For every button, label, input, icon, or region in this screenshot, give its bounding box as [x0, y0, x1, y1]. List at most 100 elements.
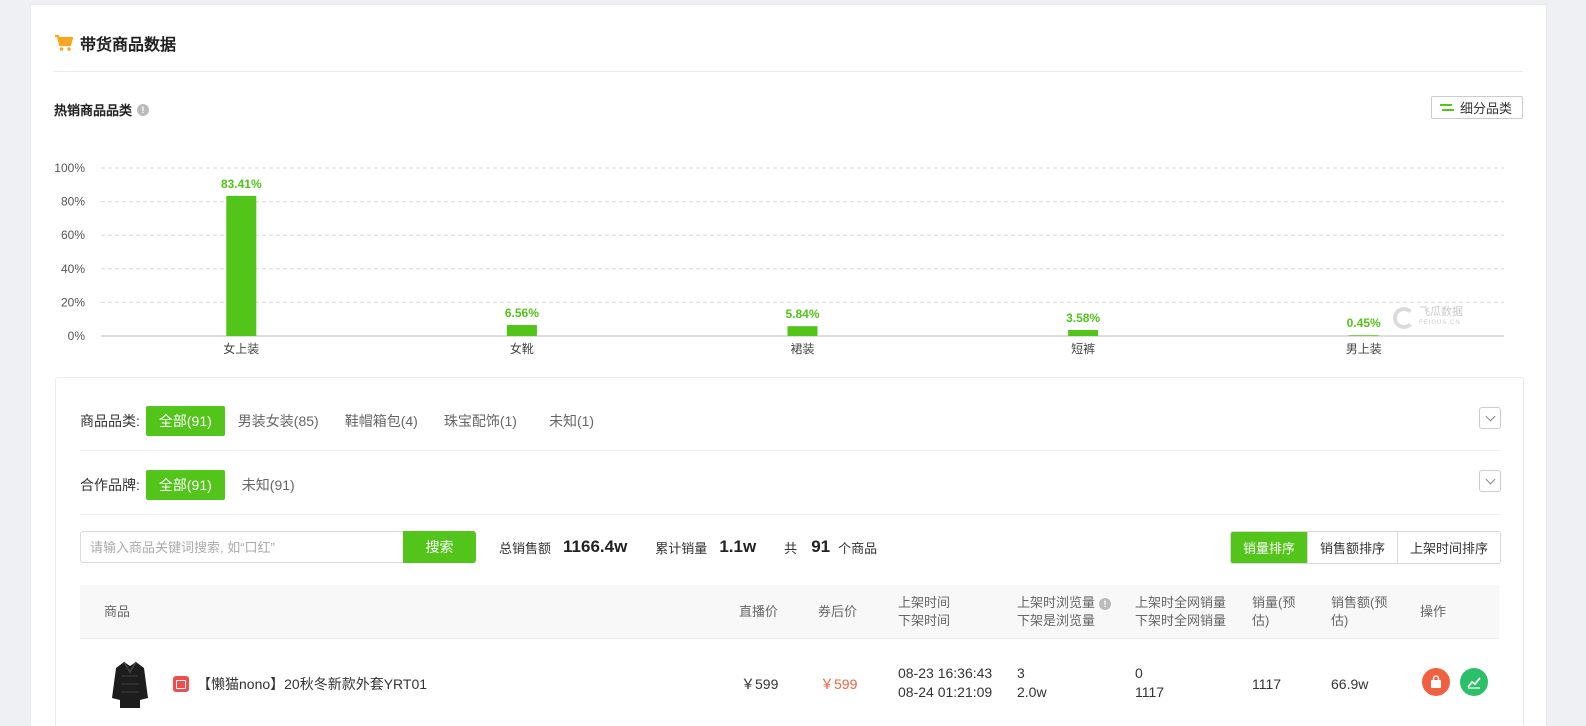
bar: [226, 195, 257, 336]
product-list-panel: 商品品类: 全部(91) 男装女装(85) 鞋帽箱包(4) 珠宝配饰(1) 未知…: [55, 377, 1524, 726]
time-on: 08-23 16:36:43: [898, 665, 993, 681]
x-tick-label: 男上装: [1346, 342, 1382, 356]
category-option-apparel[interactable]: 男装女装(85): [225, 406, 332, 436]
y-tick-label: 60%: [61, 228, 85, 242]
filter-lines-icon: [1439, 102, 1454, 114]
bar: [1068, 329, 1099, 336]
watermark-logo-icon: [1393, 307, 1415, 329]
x-tick-label: 女靴: [510, 341, 534, 356]
net-volumes: 0 1117: [1135, 664, 1164, 702]
th-product: 商品: [104, 604, 131, 619]
table-header: 商品 直播价 券后价 上架时间 下架时间 上架时浏览量! 下架是浏览量 上架时全…: [80, 585, 1499, 639]
y-tick-label: 80%: [61, 195, 85, 209]
fenlei-button-label: 细分品类: [1459, 101, 1512, 116]
brand-option-all[interactable]: 全部(91): [145, 470, 225, 500]
th-net-off[interactable]: 下架时全网销量: [1135, 612, 1226, 630]
cum-volume-value: 1.1w: [719, 537, 757, 556]
th-volume-line1: 销量(预: [1252, 595, 1296, 610]
cum-volume-label: 累计销量: [655, 540, 708, 556]
sort-by-sales-button[interactable]: 销售额排序: [1306, 532, 1397, 563]
search-input[interactable]: [80, 531, 403, 563]
sort-button-group: 销量排序 销售额排序 上架时间排序: [1229, 531, 1501, 564]
fenlei-button[interactable]: 细分品类: [1430, 96, 1523, 119]
x-tick-label: 女上装: [223, 341, 259, 356]
bar: [506, 324, 537, 336]
info-icon[interactable]: !: [137, 103, 150, 116]
info-icon[interactable]: !: [1099, 598, 1112, 610]
th-view-off[interactable]: 下架是浏览量: [1017, 612, 1111, 630]
total-sales-label: 总销售额: [499, 540, 552, 556]
live-price: ￥599: [741, 676, 779, 692]
net-off: 1117: [1135, 684, 1165, 700]
watermark-text: 飞瓜数据 FEIGUA.CN: [1419, 307, 1463, 329]
category-expand-chevron-icon[interactable]: [1479, 407, 1501, 429]
category-filter-row: 商品品类: 全部(91) 男装女装(85) 鞋帽箱包(4) 珠宝配饰(1) 未知…: [80, 406, 607, 436]
brand-expand-chevron-icon[interactable]: [1479, 470, 1501, 492]
header-divider: [54, 71, 1523, 72]
count-prefix: 共: [784, 540, 798, 556]
trend-chart-action-icon[interactable]: [1460, 668, 1488, 696]
sort-by-time-button[interactable]: 上架时间排序: [1396, 532, 1500, 563]
th-live-price[interactable]: 直播价: [739, 603, 778, 621]
th-listing-time: 上架时间 下架时间: [898, 594, 950, 630]
bar-value-label: 6.56%: [505, 306, 539, 320]
table-row: 【懒猫nono】20秋冬新款外套YRT01 ￥599 ￥599 08-23 16…: [80, 640, 1499, 726]
sales: 66.9w: [1331, 676, 1369, 692]
y-tick-label: 20%: [61, 295, 85, 309]
view-off: 2.0w: [1017, 684, 1047, 700]
product-name[interactable]: 【懒猫nono】20秋冬新款外套YRT01: [197, 675, 427, 694]
category-option-unknown[interactable]: 未知(1): [536, 406, 607, 436]
count-suffix: 个商品: [838, 540, 878, 556]
listing-times: 08-23 16:36:43 08-24 01:21:09: [898, 664, 992, 702]
brand-filter-label: 合作品牌:: [80, 477, 140, 493]
summary-stats: 总销售额 1166.4w 累计销量 1.1w 共 91 个商品: [499, 533, 877, 561]
x-tick-label: 裙装: [790, 342, 814, 356]
th-sales-line1: 销售额(预: [1331, 595, 1388, 610]
category-filter-label: 商品品类:: [80, 413, 140, 429]
bar-value-label: 3.58%: [1066, 311, 1100, 325]
total-sales-value: 1166.4w: [563, 537, 628, 556]
search-bar: 搜索: [80, 531, 476, 563]
th-sales[interactable]: 销售额(预 估): [1331, 594, 1387, 630]
th-net-volume: 上架时全网销量 下架时全网销量: [1135, 594, 1226, 630]
filter-divider: [80, 514, 1501, 515]
coupon-price: ￥599: [820, 676, 858, 692]
bar-value-label: 5.84%: [785, 307, 819, 321]
watermark: 飞瓜数据 FEIGUA.CN: [1393, 307, 1463, 329]
product-count: 91: [811, 537, 831, 556]
th-net-on[interactable]: 上架时全网销量: [1135, 594, 1226, 612]
brand-filter-row: 合作品牌: 全部(91) 未知(91): [80, 470, 308, 500]
filter-divider: [80, 450, 1501, 451]
shopping-bag-action-icon[interactable]: [1422, 668, 1450, 696]
bar-value-label: 83.41%: [221, 177, 262, 191]
brand-option-unknown[interactable]: 未知(91): [229, 470, 308, 500]
category-option-shoes-bags[interactable]: 鞋帽箱包(4): [332, 406, 431, 436]
search-button[interactable]: 搜索: [403, 531, 476, 563]
time-off: 08-24 01:21:09: [898, 684, 993, 700]
th-view-on-wrap: 上架时浏览量!: [1017, 594, 1112, 612]
category-option-jewelry[interactable]: 珠宝配饰(1): [431, 406, 530, 436]
section-subtitle: 热销商品品类 !: [54, 100, 150, 119]
category-option-all[interactable]: 全部(91): [145, 406, 225, 436]
card-title: 带货商品数据: [80, 37, 177, 54]
y-tick-label: 40%: [61, 262, 85, 276]
watermark-sub: FEIGUA.CN: [1419, 320, 1461, 326]
subtitle-text: 热销商品品类: [54, 103, 133, 118]
th-sales-line2: 估): [1331, 613, 1349, 628]
bar-value-label: 0.45%: [1347, 316, 1381, 330]
th-time-off[interactable]: 下架时间: [898, 612, 950, 630]
product-thumbnail[interactable]: [110, 658, 150, 710]
th-volume[interactable]: 销量(预 估): [1252, 594, 1295, 630]
volume: 1117: [1252, 676, 1282, 692]
category-bar-chart: 0% 20% 40% 60% 80% 100% 83.41% 女上装 6.56% 女靴 5.84% 裙…: [54, 161, 1504, 356]
y-tick-label: 100%: [54, 161, 85, 175]
th-coupon-price[interactable]: 券后价: [818, 603, 857, 621]
th-view-on[interactable]: 上架时浏览量: [1017, 595, 1095, 610]
net-on: 0: [1135, 665, 1143, 681]
x-tick-label: 短裤: [1071, 342, 1095, 356]
sort-by-volume-button[interactable]: 销量排序: [1230, 532, 1307, 563]
th-time-on[interactable]: 上架时间: [898, 594, 950, 612]
th-ops: 操作: [1420, 604, 1447, 619]
bar: [1348, 335, 1379, 336]
y-tick-label: 0%: [68, 329, 86, 343]
